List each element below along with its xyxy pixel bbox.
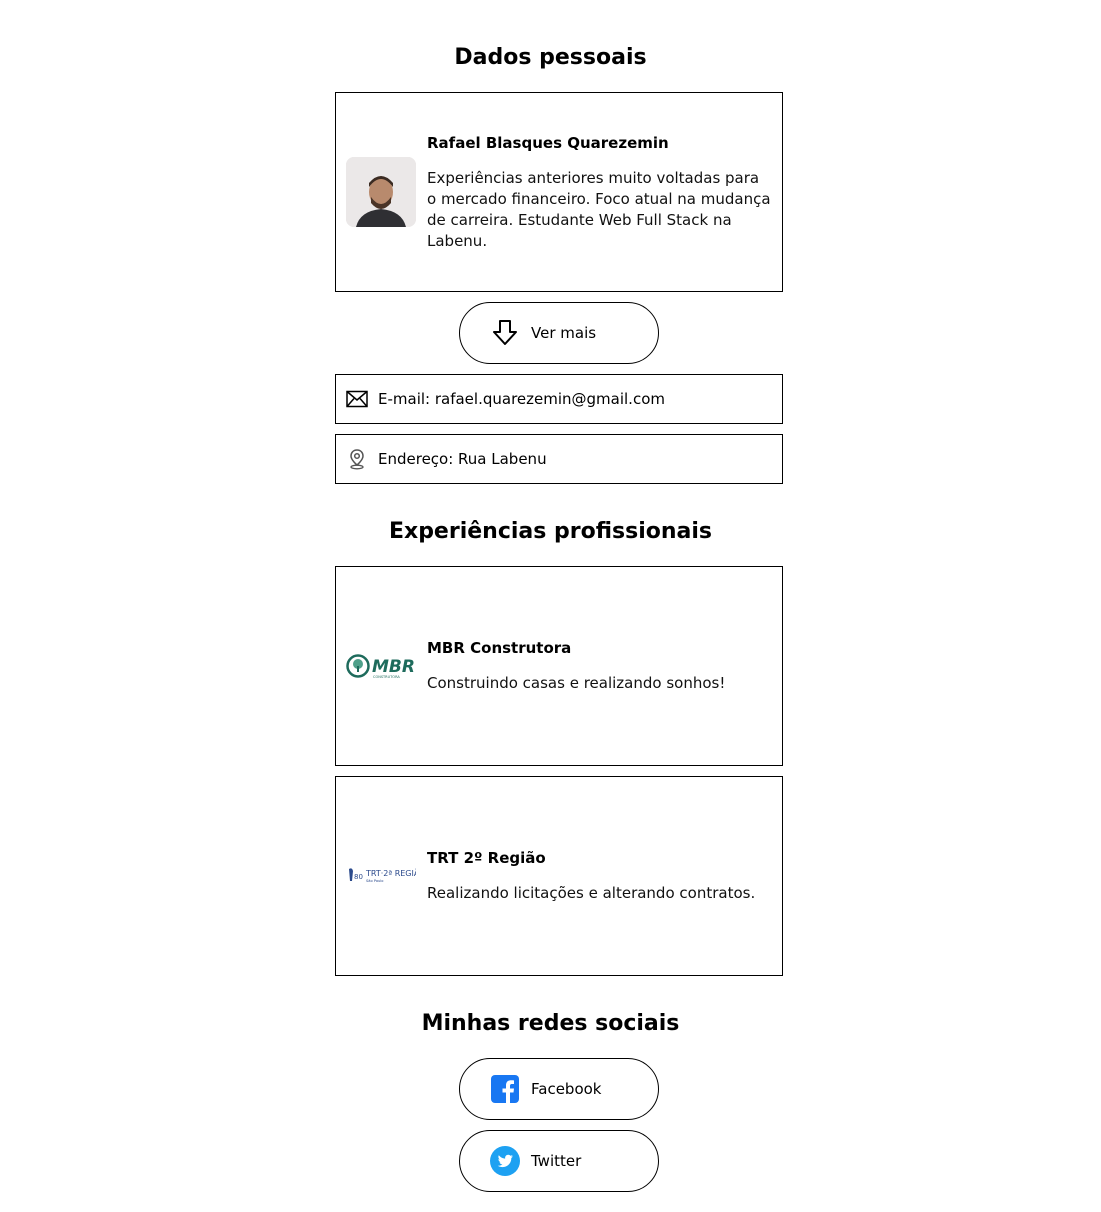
svg-text:São Paulo: São Paulo	[366, 879, 384, 883]
experience-description: Realizando licitações e alterando contra…	[427, 884, 756, 902]
mbr-logo: MBR CONSTRUTORA	[346, 631, 416, 701]
experience-card: MBR CONSTRUTORA MBR Construtora Construi…	[335, 566, 783, 766]
email-card: E-mail: rafael.quarezemin@gmail.com	[335, 374, 783, 424]
facebook-icon	[490, 1074, 520, 1104]
facebook-label: Facebook	[531, 1080, 602, 1098]
address-card: Endereço: Rua Labenu	[335, 434, 783, 484]
social-section-title: Minhas redes sociais	[421, 1011, 680, 1036]
arrow-down-icon	[490, 318, 520, 348]
address-text: Endereço: Rua Labenu	[378, 450, 547, 468]
svg-text:MBR: MBR	[372, 657, 415, 677]
see-more-button[interactable]: Ver mais	[459, 302, 659, 364]
svg-text:80: 80	[354, 873, 363, 881]
profile-card: Rafael Blasques Quarezemin Experiências …	[335, 92, 783, 292]
twitter-icon	[490, 1146, 520, 1176]
map-pin-icon	[346, 448, 368, 470]
trt-logo: 80 TRT·2ª REGIÃO São Paulo	[346, 841, 416, 911]
profile-name: Rafael Blasques Quarezemin	[427, 133, 669, 152]
experience-description: Construindo casas e realizando sonhos!	[427, 674, 726, 692]
experience-company: MBR Construtora	[427, 639, 572, 657]
experience-section-title: Experiências profissionais	[388, 519, 713, 544]
twitter-button[interactable]: Twitter	[459, 1130, 659, 1192]
profile-photo	[346, 157, 416, 227]
envelope-icon	[346, 388, 368, 410]
experience-card: 80 TRT·2ª REGIÃO São Paulo TRT 2º Região…	[335, 776, 783, 976]
email-text: E-mail: rafael.quarezemin@gmail.com	[378, 390, 665, 408]
twitter-label: Twitter	[531, 1152, 582, 1170]
svg-text:TRT·2ª REGIÃO: TRT·2ª REGIÃO	[365, 868, 416, 878]
svg-text:CONSTRUTORA: CONSTRUTORA	[373, 675, 400, 679]
experience-company: TRT 2º Região	[427, 849, 546, 867]
facebook-button[interactable]: Facebook	[459, 1058, 659, 1120]
see-more-label: Ver mais	[531, 324, 597, 342]
personal-section-title: Dados pessoais	[454, 45, 647, 70]
profile-description: Experiências anteriores muito voltadas p…	[427, 168, 771, 250]
